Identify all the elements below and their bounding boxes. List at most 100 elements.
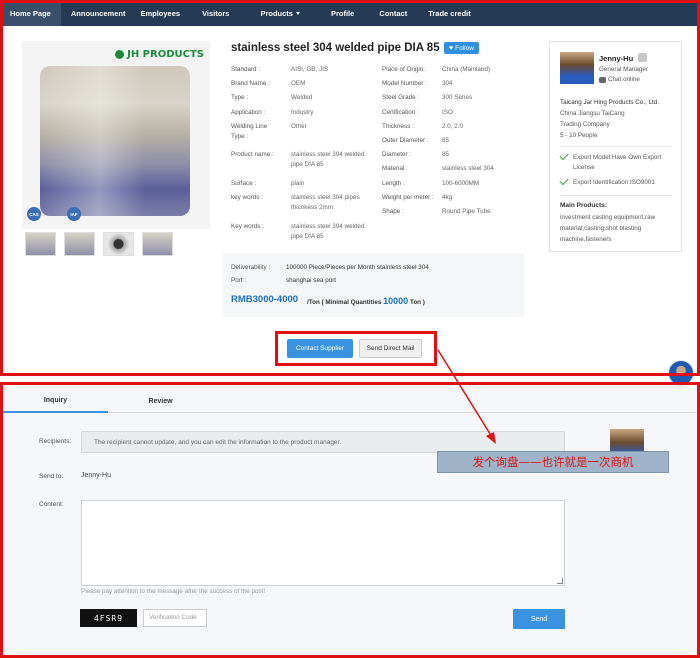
brand-logo-icon	[115, 50, 125, 59]
chat-icon	[599, 76, 606, 83]
company-location: China Jiangsu TaiCang	[560, 110, 625, 117]
recipients-label: Recipients:	[39, 438, 72, 445]
spec-key: Surface :	[231, 180, 257, 187]
thumbnail-2[interactable]	[64, 232, 95, 256]
nav-products[interactable]: Products	[260, 0, 300, 26]
spec-value: 4kg	[442, 194, 453, 201]
spec-key: Diameter :	[382, 151, 412, 158]
send-direct-mail-button[interactable]: Send Direct Mail	[359, 339, 422, 358]
thumbnail-3[interactable]	[103, 232, 134, 256]
deliverability-label: Deliverability :	[231, 264, 271, 271]
nav-visitors[interactable]: Visitors	[202, 0, 229, 26]
company-type: Trading Company	[560, 121, 610, 128]
follow-button[interactable]: ♥ Follow	[444, 42, 479, 54]
spec-value: plain	[291, 180, 305, 187]
spec-value: ISO	[442, 109, 453, 116]
spec-value: 85	[442, 137, 450, 144]
tab-inquiry[interactable]: Inquiry	[3, 389, 108, 413]
heart-icon: ♥	[449, 44, 454, 52]
page: Home Page Announcement Employees Visitor…	[0, 0, 700, 658]
spec-key: Steel Grade :	[382, 94, 420, 101]
spec-value: stainless steel 304 pipes thicnkess 2mm	[291, 194, 360, 211]
tab-review[interactable]: Review	[108, 389, 213, 413]
nav-contact[interactable]: Contact	[379, 0, 407, 26]
verified-badge-icon	[638, 53, 647, 62]
spec-value: China (Mainland)	[442, 66, 490, 73]
spec-key: Place of Origin :	[382, 66, 427, 73]
sendto-label: Send to:	[39, 473, 64, 480]
port-label: Port :	[231, 277, 247, 284]
spec-value: OEM	[291, 80, 306, 87]
product-title: stainless steel 304 welded pipe DIA 85	[231, 42, 440, 54]
supplier-company-info: Taicang Jar Hing Products Co., Ltd. Chin…	[560, 97, 678, 141]
top-nav: Home Page Announcement Employees Visitor…	[0, 0, 700, 26]
pipe-shine	[40, 66, 190, 216]
cas-cert-icon: CAS	[27, 207, 41, 221]
annotation-label: 发个询盘——也许就是一次商机	[437, 451, 669, 473]
spec-key: Outer Diameter :	[382, 137, 429, 144]
thumbnail-strip	[25, 232, 173, 256]
inquiry-tabs: Inquiry Review	[3, 389, 697, 413]
content-textarea[interactable]	[81, 500, 565, 586]
spec-value: stainless steel 304 welded pipe DIA 85	[291, 151, 365, 168]
price-unit-suffix: Ton )	[409, 299, 425, 306]
spec-value: Industry	[291, 109, 314, 116]
feature-export-model: Export Model:Have Own Export License	[559, 150, 676, 175]
spec-key: Application :	[231, 109, 266, 116]
nav-announcement[interactable]: Announcement	[71, 0, 126, 26]
spec-key: Material :	[382, 165, 408, 172]
resize-handle[interactable]	[557, 578, 563, 584]
iaf-cert-icon: IAF	[67, 207, 81, 221]
price: RMB3000-4000	[231, 294, 299, 305]
thumbnail-4[interactable]	[142, 232, 173, 256]
nav-products-label: Products	[260, 8, 293, 18]
port-value: shanghai sea port	[286, 277, 337, 284]
spec-key: Certification :	[382, 109, 419, 116]
spec-value: 304	[442, 80, 453, 87]
spec-value: AISI, GB, JIS	[291, 66, 329, 73]
spec-value: stainless steel 304	[442, 165, 494, 172]
divider	[560, 195, 672, 196]
chat-online-link[interactable]: Chat online	[599, 76, 640, 83]
supplier-name[interactable]: Jenny-Hu	[599, 54, 633, 63]
post-notice: Please pay attention to the message afte…	[81, 588, 266, 595]
check-icon	[559, 175, 569, 186]
spec-value: 2.0, 2.0	[442, 123, 464, 130]
spec-value: Welded	[291, 94, 313, 101]
spec-key: key words :	[231, 194, 263, 201]
nav-trade-credit[interactable]: Trade credit	[428, 0, 471, 26]
spec-key: Length :	[382, 180, 405, 187]
feature-text: Export Model:Have Own Export License	[573, 154, 662, 171]
content-label: Content:	[39, 501, 64, 508]
nav-home[interactable]: Home Page	[0, 0, 61, 26]
price-unit-prefix: /Ton ( Minimal Quantities	[307, 299, 382, 306]
verification-code-input[interactable]: Verification Code	[143, 609, 207, 627]
brand-logo-text: JH PRODUCTS	[127, 49, 204, 60]
spec-value: Round Pipe Tube	[442, 208, 491, 215]
captcha-image[interactable]: 4FSR9	[80, 609, 137, 627]
company-size: 5 - 10 People	[560, 132, 598, 139]
min-quantity: 10000	[383, 296, 409, 306]
product-main-image[interactable]: JH PRODUCTS CAS IAF	[22, 41, 210, 229]
spec-value: stainless steel 304 welded pipe DIA 85	[291, 223, 365, 240]
spec-key: Shape :	[382, 208, 404, 215]
divider	[560, 146, 672, 147]
spec-key: Model Number :	[382, 80, 427, 87]
floating-chat-avatar[interactable]	[668, 360, 694, 386]
nav-employees[interactable]: Employees	[140, 0, 180, 26]
nav-profile[interactable]: Profile	[331, 0, 354, 26]
spec-key: Type :	[231, 94, 249, 101]
spec-key: Product name :	[231, 151, 274, 158]
main-products-title: Main Products:	[560, 202, 607, 209]
send-button[interactable]: Send	[513, 609, 565, 629]
contact-supplier-button[interactable]: Contact Supplier	[287, 339, 353, 358]
feature-text: Export Identification:ISO9001	[573, 179, 655, 186]
supplier-avatar[interactable]	[560, 52, 594, 84]
spec-value: 85	[442, 151, 450, 158]
price-unit: /Ton ( Minimal Quantities 10000 Ton )	[307, 296, 425, 306]
thumbnail-1[interactable]	[25, 232, 56, 256]
brand-logo: JH PRODUCTS	[115, 49, 204, 60]
company-name[interactable]: Taicang Jar Hing Products Co., Ltd.	[560, 97, 678, 108]
spec-key: Welding Line Type :	[231, 123, 268, 140]
sendto-value: Jenny-Hu	[81, 472, 111, 479]
